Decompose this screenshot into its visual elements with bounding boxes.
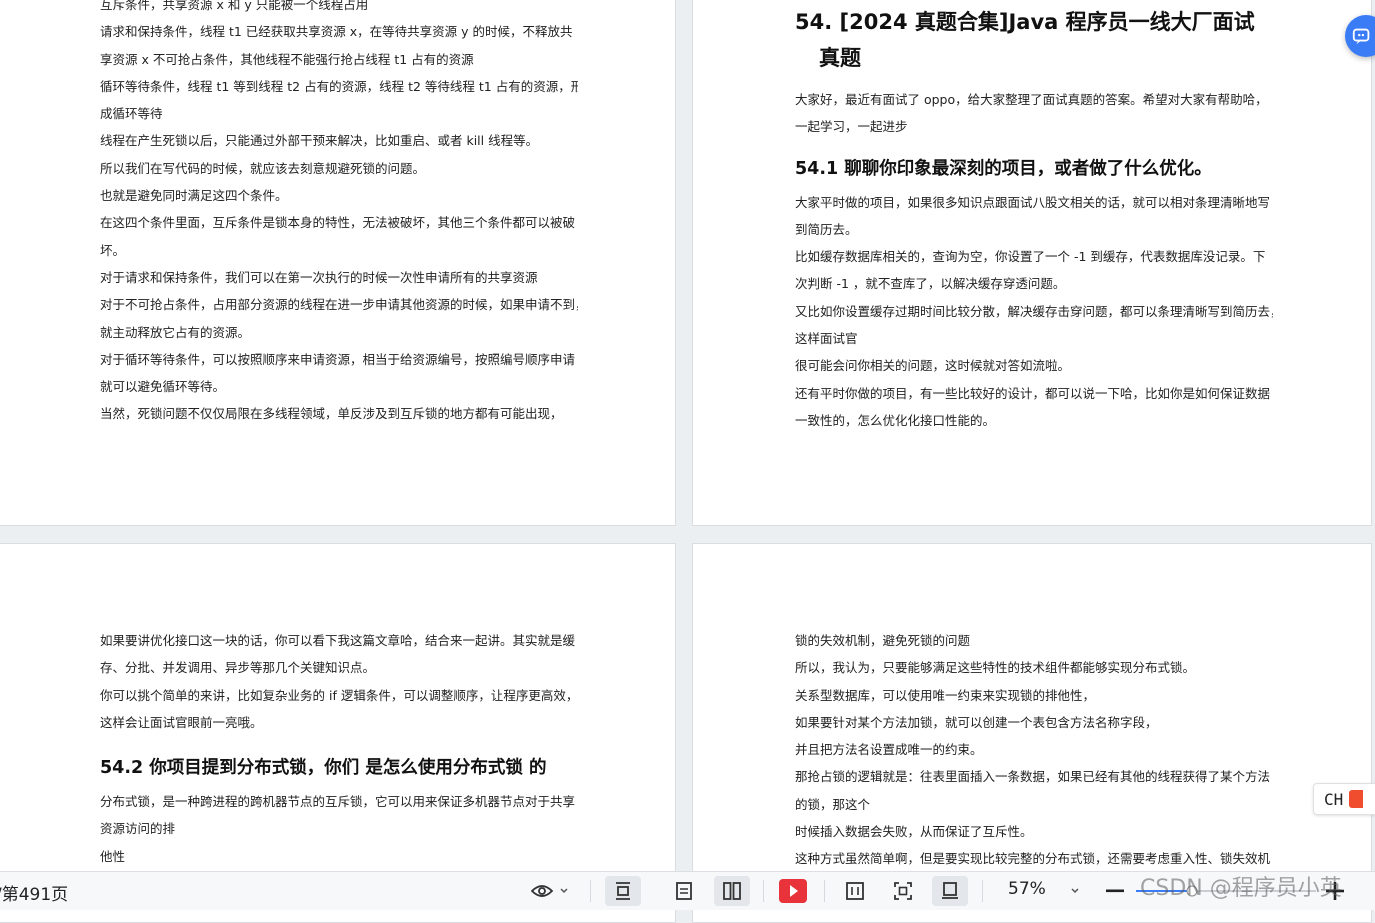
text-line: 次判断 -1 ，就不查库了，以解决缓存穿透问题。 <box>795 276 1066 292</box>
continuous-scroll-icon <box>616 882 630 900</box>
paragraph-distributed-lock: 分布式锁，是一种跨进程的跨机器节点的互斥锁，它可以用来保证多机器节点对于共享 资源… <box>100 788 578 870</box>
play-slideshow-button[interactable] <box>776 876 810 906</box>
text-line: 分布式锁，是一种跨进程的跨机器节点的互斥锁，它可以用来保证多机器节点对于共享 <box>100 794 576 810</box>
text-line: 所以我们在写代码的时候，就应该去刻意规避死锁的问题。 <box>100 160 426 176</box>
fit-page-icon <box>894 882 912 900</box>
section-title-54-1: 54.1 聊聊你印象最深刻的项目，或者做了什么优化。 <box>795 158 1212 179</box>
chevron-down-icon <box>560 888 568 894</box>
single-page-icon <box>676 882 692 900</box>
section-title-54-2: 54.2 你项目提到分布式锁，你们 是怎么使用分布式锁 的 <box>100 758 547 779</box>
text-line: 这样会让面试官眼前一亮哦。 <box>100 714 263 730</box>
zoom-out-button[interactable] <box>1102 876 1128 906</box>
text-line: 享资源 x 不可抢占条件，其他线程不能强行抢占线程 t1 占有的资源 <box>100 51 474 67</box>
text-line: 大家好，最近有面试了 oppo，给大家整理了面试真题的答案。希望对大家有帮助哈， <box>795 92 1268 107</box>
text-line: 大家平时做的项目，如果很多知识点跟面试八股文相关的话，就可以相对条理清晰地写 <box>795 194 1271 210</box>
text-line: 对于循环等待条件，可以按照顺序来申请资源，相当于给资源编号，按照编号顺序申请 <box>100 351 576 367</box>
toolbar-divider <box>982 880 983 902</box>
text-line: 成循环等待 <box>100 106 163 122</box>
text-line: 对于不可抢占条件，占用部分资源的线程在进一步申请其他资源的时候，如果申请不到， <box>100 297 578 313</box>
text-line: 那抢占锁的逻辑就是：往表里面插入一条数据，如果已经有其他的线程获得了某个方法 <box>795 769 1271 785</box>
document-page-top-left: 互斥条件，共享资源 x 和 y 只能被一个线程占用请求和保持条件，线程 t1 已… <box>0 0 676 526</box>
text-line: 也就是避免同时满足这四个条件。 <box>100 188 288 204</box>
text-line: 到简历去。 <box>795 221 858 237</box>
text-line: 循环等待条件，线程 t1 等到线程 t2 占有的资源，线程 t2 等待线程 t1… <box>100 78 578 94</box>
ime-indicator[interactable]: CH <box>1313 783 1375 815</box>
play-icon <box>779 879 807 903</box>
toolbar-divider <box>824 880 825 902</box>
text-line: 并且把方法名设置成唯一的约束。 <box>795 742 983 758</box>
dual-page-icon <box>723 882 741 900</box>
chapter-title: 54. [2024 真题合集]Java 程序员一线大厂面试 <box>795 10 1255 34</box>
text-line: 的锁，那这个 <box>795 796 871 812</box>
text-line: 又比如你设置缓存过期时间比较分散，解决缓存击穿问题，都可以条理清晰写到简历去， <box>795 303 1273 319</box>
text-line: 请求和保持条件，线程 t1 已经获取共享资源 x，在等待共享资源 y 的时候，不… <box>100 24 573 40</box>
page-layout-icon <box>942 882 958 899</box>
text-line: 在这四个条件里面，互斥条件是锁本身的特性，无法被破坏，其他三个条件都可以被破 <box>100 215 576 231</box>
text-line: 锁的失效机制，避免死锁的问题 <box>795 633 971 648</box>
text-line: 很可能会问你相关的问题，这时候就对答如流啦。 <box>795 358 1071 374</box>
single-page-button[interactable] <box>666 876 702 906</box>
zoom-dropdown-button[interactable] <box>1064 876 1086 906</box>
text-line: 这种方式虽然简单啊，但是要实现比较完整的分布式锁，还需要考虑重入性、锁失效机 <box>795 851 1271 867</box>
zoom-level[interactable]: 57% <box>1008 879 1046 899</box>
page-indicator: /第491页 <box>0 885 69 905</box>
text-line: 坏。 <box>100 242 126 258</box>
intro-paragraph: 大家好，最近有面试了 oppo，给大家整理了面试真题的答案。希望对大家有帮助哈，… <box>795 86 1273 141</box>
zoom-out-icon <box>1106 889 1124 893</box>
document-page-bottom-right: 锁的失效机制，避免死锁的问题所以，我认为，只要能够满足这些特性的技术组件都能够实… <box>692 543 1372 923</box>
continuous-scroll-button[interactable] <box>605 876 641 906</box>
text-line: 如果要讲优化接口这一块的话，你可以看下我这篇文章哈，结合来一起讲。其实就是缓 <box>100 633 576 648</box>
text-line: 如果要针对某个方法加锁，就可以创建一个表包含方法名称字段， <box>795 714 1158 730</box>
text-line: 关系型数据库，可以使用唯一约束来实现锁的排他性， <box>795 687 1096 703</box>
fit-width-button[interactable] <box>838 876 872 906</box>
page-layout-button[interactable] <box>932 876 968 906</box>
text-line: 当然，死锁问题不仅仅局限在多线程领域，单反涉及到互斥锁的地方都有可能出现， <box>100 406 563 422</box>
fit-width-icon <box>846 882 864 900</box>
toolbar-divider <box>763 880 764 902</box>
document-page-bottom-left: 如果要讲优化接口这一块的话，你可以看下我这篇文章哈，结合来一起讲。其实就是缓 存、… <box>0 543 676 923</box>
text-line: 这样面试官 <box>795 331 858 347</box>
document-page-top-right: 54. [2024 真题合集]Java 程序员一线大厂面试 真题 大家好，最近有… <box>692 0 1372 526</box>
text-line: 资源访问的排 <box>100 821 176 837</box>
text-line: 你可以挑个简单的来讲，比如复杂业务的 if 逻辑条件，可以调整顺序，让程序更高效… <box>100 687 578 703</box>
text-line: 存、分批、并发调用、异步等那几个关键知识点。 <box>100 660 376 676</box>
ime-language-label: CH <box>1324 789 1344 809</box>
section-body: 大家平时做的项目，如果很多知识点跟面试八股文相关的话，就可以相对条理清晰地写 到简… <box>795 189 1273 435</box>
text-line: 时候插入数据会失败，从而保证了互斥性。 <box>795 824 1033 840</box>
text-line: 还有平时你做的项目，有一些比较好的设计，都可以说一下哈，比如你是如何保证数据 <box>795 385 1271 401</box>
dual-page-button[interactable] <box>714 876 750 906</box>
page-text-block: 互斥条件，共享资源 x 和 y 只能被一个线程占用请求和保持条件，线程 t1 已… <box>100 0 578 428</box>
page-text-block: 锁的失效机制，避免死锁的问题所以，我认为，只要能够满足这些特性的技术组件都能够实… <box>795 627 1273 873</box>
toolbar-divider <box>590 880 591 902</box>
text-line: 就可以避免循环等待。 <box>100 379 226 395</box>
view-mode-button[interactable] <box>527 876 573 906</box>
chevron-down-icon <box>1071 888 1079 894</box>
text-line: 就主动释放它占有的资源。 <box>100 324 251 340</box>
text-line: 互斥条件，共享资源 x 和 y 只能被一个线程占用 <box>100 0 369 12</box>
text-line: 线程在产生死锁以后，只能通过外部干预来解决，比如重启、或者 kill 线程等。 <box>100 133 539 149</box>
ime-logo-icon <box>1349 790 1364 808</box>
paragraph-optimize: 如果要讲优化接口这一块的话，你可以看下我这篇文章哈，结合来一起讲。其实就是缓 存、… <box>100 627 578 736</box>
chapter-title-continued: 真题 <box>819 46 861 70</box>
text-line: 一致性的，怎么优化化接口性能的。 <box>795 412 996 428</box>
chat-icon <box>1352 28 1370 45</box>
text-line: 对于请求和保持条件，我们可以在第一次执行的时候一次性申请所有的共享资源 <box>100 269 538 285</box>
watermark: CSDN @程序员小英 <box>1140 876 1342 901</box>
text-line: 所以，我认为，只要能够满足这些特性的技术组件都能够实现分布式锁。 <box>795 660 1196 676</box>
text-line: 他性 <box>100 848 126 864</box>
text-line: 一起学习，一起进步 <box>795 119 908 135</box>
eye-icon <box>531 885 553 897</box>
text-line: 比如缓存数据库相关的，查询为空，你设置了一个 -1 到缓存，代表数据库没记录。下 <box>795 249 1266 265</box>
fit-page-button[interactable] <box>886 876 920 906</box>
